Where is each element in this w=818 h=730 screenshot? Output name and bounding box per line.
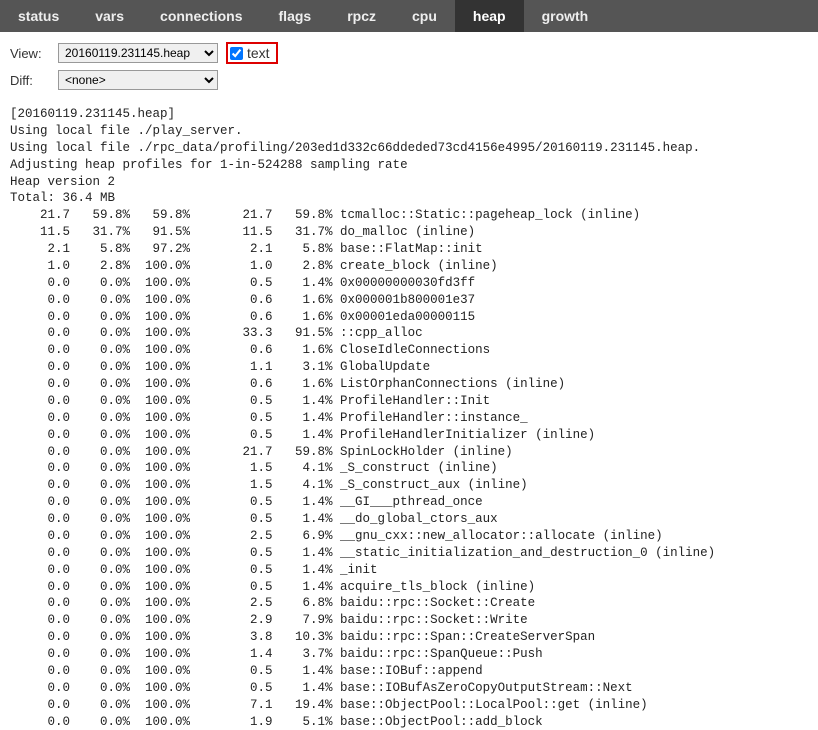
diff-label: Diff:: [10, 73, 50, 88]
tab-status[interactable]: status: [0, 0, 77, 32]
tab-growth[interactable]: growth: [524, 0, 607, 32]
view-select[interactable]: 20160119.231145.heap: [58, 43, 218, 63]
text-mode-highlight: text: [226, 42, 278, 64]
tab-cpu[interactable]: cpu: [394, 0, 455, 32]
tab-vars[interactable]: vars: [77, 0, 142, 32]
diff-select[interactable]: <none>: [58, 70, 218, 90]
tab-bar: statusvarsconnectionsflagsrpczcpuheapgro…: [0, 0, 818, 32]
controls-panel: View: 20160119.231145.heap text Diff: <n…: [0, 32, 818, 100]
text-checkbox-label[interactable]: text: [247, 45, 270, 61]
view-label: View:: [10, 46, 50, 61]
tab-heap[interactable]: heap: [455, 0, 524, 32]
text-checkbox[interactable]: [230, 47, 243, 60]
tab-connections[interactable]: connections: [142, 0, 260, 32]
tab-flags[interactable]: flags: [261, 0, 330, 32]
profile-output: [20160119.231145.heap] Using local file …: [10, 106, 808, 730]
tab-rpcz[interactable]: rpcz: [329, 0, 394, 32]
